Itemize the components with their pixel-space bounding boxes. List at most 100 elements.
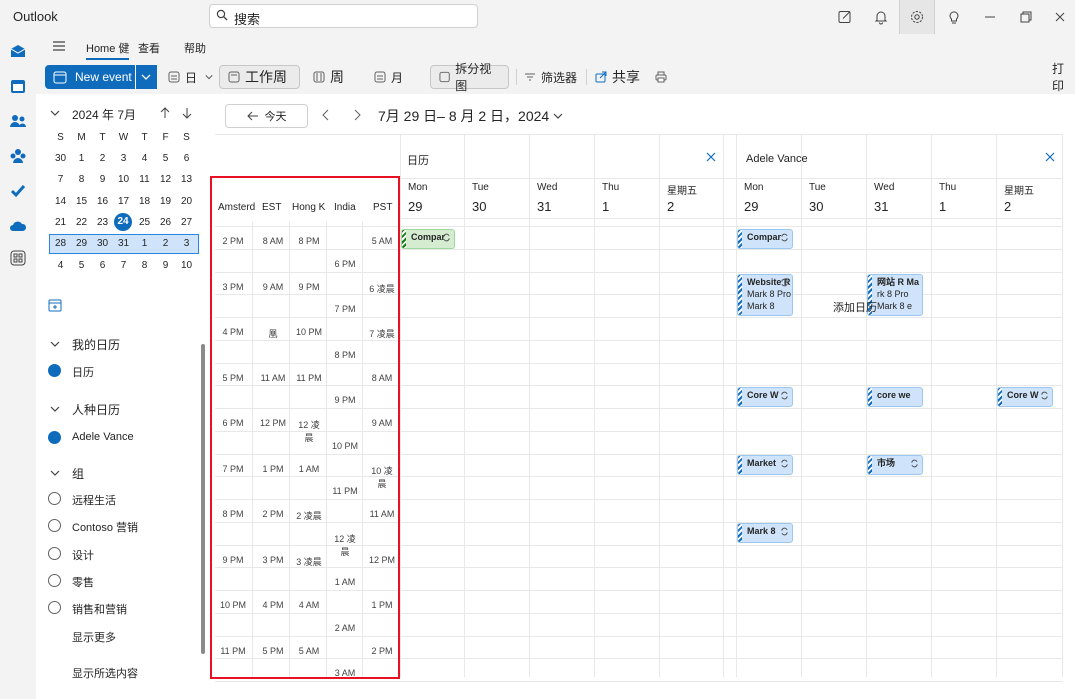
mini-calendar-day[interactable]: 20 [176, 191, 197, 212]
calendar-event[interactable]: Core W [997, 387, 1053, 407]
tab-home[interactable]: Home 健 [86, 40, 130, 60]
mini-calendar-day[interactable]: 16 [92, 191, 113, 212]
split-view-button[interactable]: 拆分视图 [430, 62, 509, 93]
mini-calendar-day[interactable]: 26 [155, 212, 176, 233]
calendar-event[interactable]: 市场 [867, 455, 923, 475]
calendar-icon[interactable] [8, 76, 28, 96]
mini-calendar-day[interactable]: 27 [176, 212, 197, 233]
mini-calendar-day[interactable]: 8 [134, 255, 155, 276]
mini-calendar-month[interactable]: 2024 年 7月 [72, 106, 136, 123]
lightbulb-icon[interactable] [936, 0, 972, 34]
day-name[interactable]: Tue [472, 182, 489, 193]
mini-calendar-day[interactable]: 30 [92, 233, 113, 254]
day-name[interactable]: 星期五 [667, 182, 697, 197]
mini-calendar-day[interactable]: 19 [155, 191, 176, 212]
adele-calendar-label[interactable]: Adele Vance [72, 431, 134, 443]
day-name[interactable]: Mon [408, 182, 427, 193]
minimize-icon[interactable] [972, 0, 1008, 34]
mini-calendar-day[interactable]: 8 [71, 169, 92, 190]
bell-icon[interactable] [863, 0, 899, 34]
arrow-down-icon[interactable] [182, 107, 192, 119]
day-number[interactable]: 29 [744, 199, 758, 214]
group-checkbox[interactable] [48, 546, 61, 560]
day-name[interactable]: Wed [537, 182, 557, 193]
close-icon[interactable] [1044, 0, 1075, 34]
chevron-left-icon[interactable] [321, 109, 331, 121]
day-name[interactable]: Mon [744, 182, 763, 193]
mini-calendar-day[interactable]: 23 [92, 212, 113, 233]
day-name[interactable]: 星期五 [1004, 182, 1034, 197]
mini-calendar-day[interactable]: 22 [71, 212, 92, 233]
day-number[interactable]: 1 [602, 199, 609, 214]
apps-icon[interactable] [8, 248, 28, 268]
calendar-event[interactable]: Market [737, 455, 793, 475]
todo-icon[interactable] [8, 181, 28, 201]
chevron-down-icon[interactable] [50, 339, 60, 349]
mini-calendar-day[interactable]: 11 [134, 169, 155, 190]
mini-calendar-day[interactable]: 2 [92, 148, 113, 169]
print-button[interactable]: 打印 [1052, 62, 1075, 93]
mini-calendar-day[interactable]: 29 [71, 233, 92, 254]
day-number[interactable]: 1 [939, 199, 946, 214]
new-event-dropdown[interactable] [135, 65, 157, 89]
group-checkbox[interactable] [48, 492, 61, 505]
today-button[interactable]: 今天 [225, 104, 308, 128]
mini-calendar-day[interactable]: 5 [155, 148, 176, 169]
group-label[interactable]: 零售 [72, 574, 94, 590]
mini-calendar-day[interactable]: 4 [50, 255, 71, 276]
groups-header[interactable]: 组 [72, 465, 84, 482]
group-checkbox[interactable] [48, 573, 61, 587]
day-name[interactable]: Thu [602, 182, 619, 193]
chevron-right-icon[interactable] [352, 109, 362, 121]
search-input[interactable]: 搜索 [209, 4, 478, 28]
close-icon[interactable] [1045, 152, 1055, 162]
group-label[interactable]: 销售和营销 [72, 601, 127, 617]
mini-calendar-day[interactable]: 9 [92, 169, 113, 190]
mini-calendar-day[interactable]: 7 [113, 255, 134, 276]
mail-icon[interactable] [8, 41, 28, 61]
my-calendars-header[interactable]: 我的日历 [72, 336, 120, 353]
sidebar-scrollbar[interactable] [201, 344, 205, 654]
date-range[interactable]: 7月 29 日– 8 月 2 日，2024 [378, 106, 549, 126]
mini-calendar-day[interactable]: 10 [113, 169, 134, 190]
restore-icon[interactable] [1008, 0, 1044, 34]
day-view-button[interactable]: 日 [168, 65, 218, 89]
month-view-button[interactable]: 月 [374, 65, 403, 89]
mini-calendar-day[interactable]: 5 [71, 255, 92, 276]
mini-calendar-day[interactable]: 18 [134, 191, 155, 212]
people-icon[interactable] [8, 111, 28, 131]
mini-calendar-day[interactable]: 4 [134, 148, 155, 169]
arrow-up-icon[interactable] [160, 107, 170, 119]
day-number[interactable]: 2 [667, 199, 674, 214]
mini-calendar-day[interactable]: 13 [176, 169, 197, 190]
mini-calendar-day[interactable]: 10 [176, 255, 197, 276]
mini-calendar-day[interactable]: 3 [113, 148, 134, 169]
calendar-event[interactable]: Website R Mark 8 Pro Mark 8 [737, 274, 793, 316]
calendar-add-icon[interactable] [48, 298, 62, 312]
tab-help[interactable]: 帮助 [184, 40, 206, 56]
mini-calendar-day[interactable]: 3 [176, 233, 197, 254]
calendar-event[interactable]: Core W [737, 387, 793, 407]
gear-icon[interactable] [899, 0, 935, 34]
mini-calendar-day[interactable]: 14 [50, 191, 71, 212]
day-name[interactable]: Tue [809, 182, 826, 193]
week-view-button[interactable]: 周 [313, 65, 344, 89]
chevron-down-icon[interactable] [50, 108, 60, 118]
day-number[interactable]: 29 [408, 199, 422, 214]
day-name[interactable]: Wed [874, 182, 894, 193]
work-week-view-button[interactable]: 工作周 [219, 65, 300, 89]
close-icon[interactable] [706, 152, 716, 162]
mini-calendar-day[interactable]: 31 [113, 233, 134, 254]
filter-button[interactable]: 筛选器 [524, 65, 577, 89]
group-checkbox[interactable] [48, 519, 61, 533]
calendar-label[interactable]: 日历 [72, 364, 94, 380]
mini-calendar-day[interactable]: 7 [50, 169, 71, 190]
calendar-event[interactable]: Compar [401, 229, 455, 249]
mini-calendar-day[interactable]: 9 [155, 255, 176, 276]
group-label[interactable]: Contoso 营销 [72, 519, 138, 535]
calendar-checkbox[interactable] [48, 364, 61, 377]
chevron-down-icon[interactable] [553, 111, 563, 121]
group-label[interactable]: 远程生活 [72, 492, 116, 508]
mini-calendar-day[interactable]: 1 [134, 233, 155, 254]
day-number[interactable]: 30 [809, 199, 823, 214]
